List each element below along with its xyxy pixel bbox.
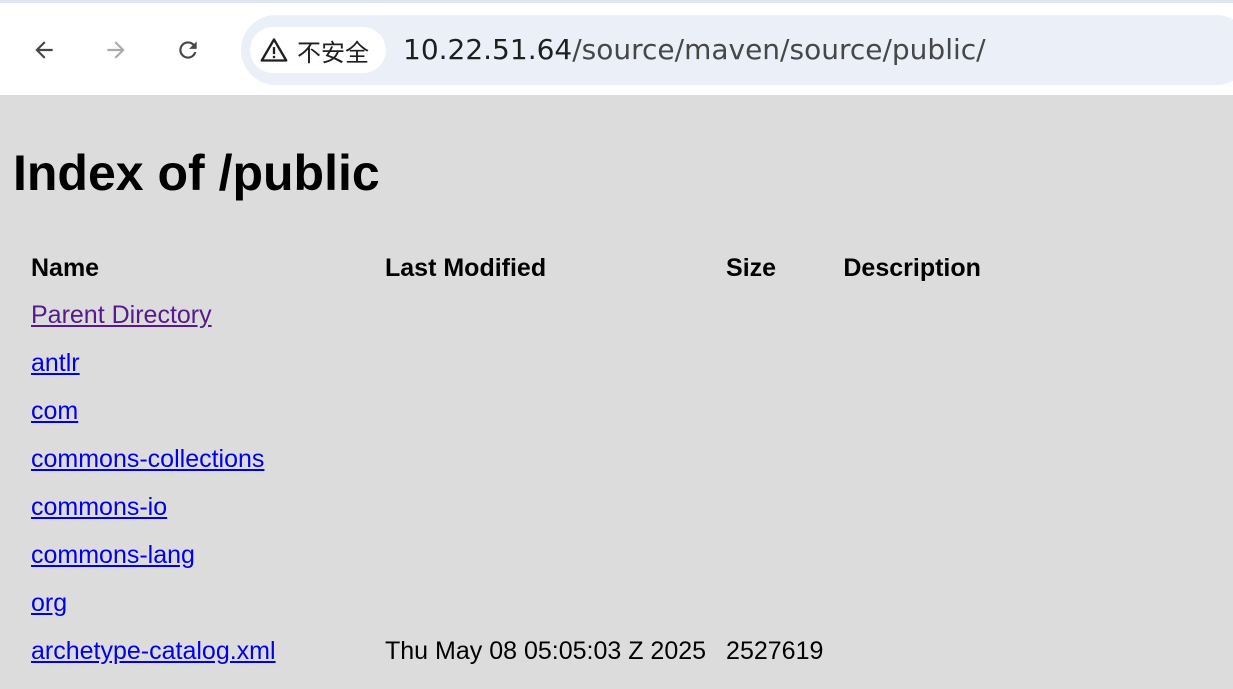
forward-button[interactable] [97,31,135,69]
last-modified-cell: Thu May 08 05:05:03 Z 2025 [385,636,707,665]
last-modified-cell [385,435,724,483]
column-header-name: Name [31,253,100,282]
size-cell [726,483,841,531]
last-modified-cell [385,483,724,531]
description-cell [843,531,999,579]
description-cell [843,339,999,387]
size-cell [726,387,841,435]
description-cell [843,627,999,675]
table-row: com [31,387,999,435]
listing-body: Parent Directory antlr com commons-collecti… [31,291,999,675]
size-cell [726,579,841,627]
entry-link[interactable]: commons-io [31,493,167,521]
page-content: Index of /public Name Last Modified Size… [0,95,1233,689]
header-row: Name Last Modified Size Description [31,245,999,291]
size-cell [726,435,841,483]
browser-toolbar: 不安全 10.22.51.64/source/maven/source/publ… [0,0,1233,95]
url-path: /source/maven/source/public/ [572,33,986,66]
directory-listing: Name Last Modified Size Description Pare… [29,245,1001,675]
entry-link[interactable]: archetype-catalog.xml [31,637,276,665]
description-cell [843,387,999,435]
table-row: commons-collections [31,435,999,483]
table-row: commons-io [31,483,999,531]
page-title: Index of /public [13,145,380,201]
name-cell: antlr [31,339,383,387]
entry-link[interactable]: com [31,397,78,425]
description-cell [843,435,999,483]
name-cell: commons-io [31,483,383,531]
table-row: antlr [31,339,999,387]
entry-link[interactable]: commons-lang [31,541,195,569]
last-modified-cell [385,531,724,579]
description-cell [843,483,999,531]
entry-link[interactable]: antlr [31,349,80,377]
size-cell [726,531,841,579]
reload-icon [179,41,197,59]
reload-button[interactable] [169,31,207,69]
column-header-size: Size [726,253,777,282]
address-bar[interactable]: 不安全 10.22.51.64/source/maven/source/publ… [241,15,1233,85]
arrow-right-icon [107,41,125,59]
column-header-description: Description [843,253,981,282]
size-cell [726,339,841,387]
entry-link[interactable]: org [31,589,67,617]
name-cell: org [31,579,383,627]
security-indicator[interactable]: 不安全 [250,27,386,73]
back-button[interactable] [25,31,63,69]
name-cell: commons-lang [31,531,383,579]
arrow-left-icon [35,41,53,59]
table-row: archetype-catalog.xml Thu May 08 05:05:03… [31,627,999,675]
name-cell: com [31,387,383,435]
last-modified-cell [385,387,724,435]
name-cell: commons-collections [31,435,383,483]
url-text[interactable]: 10.22.51.64/source/maven/source/public/ [403,32,986,68]
column-header-last-modified: Last Modified [385,253,547,282]
parent-directory-link[interactable]: Parent Directory [31,301,212,329]
last-modified-cell [385,339,724,387]
table-row: commons-lang [31,531,999,579]
description-cell [843,579,999,627]
warning-triangle-icon [260,38,288,62]
url-host: 10.22.51.64 [403,33,573,66]
table-row: org [31,579,999,627]
size-cell [726,291,841,339]
description-cell [843,291,999,339]
entry-link[interactable]: commons-collections [31,445,264,473]
size-cell: 2527619 [726,636,824,665]
last-modified-cell [385,579,724,627]
table-row: Parent Directory [31,291,999,339]
last-modified-cell [385,291,724,339]
name-cell: Parent Directory [31,291,383,339]
name-cell: archetype-catalog.xml [31,627,383,675]
security-label: 不安全 [297,38,369,67]
